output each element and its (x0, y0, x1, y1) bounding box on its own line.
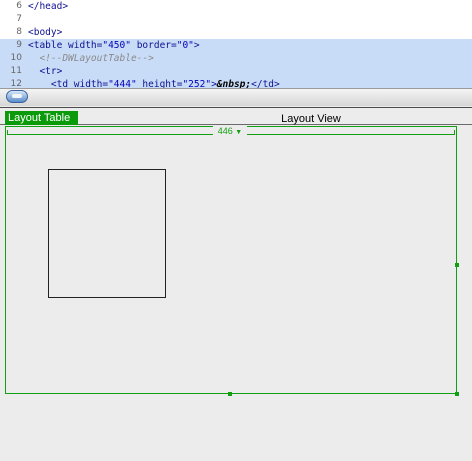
code-token: "0" (176, 40, 194, 51)
line-number: 7 (16, 14, 22, 24)
code-line[interactable]: 8 <body> (0, 26, 472, 39)
code-line[interactable]: 9 <table width="450" border="0"> (0, 39, 472, 52)
code-text: <td width="444" height="252">&nbsp;</td> (28, 78, 280, 88)
code-token: <!--DWLayoutTable--> (28, 53, 154, 64)
code-token: border= (130, 40, 177, 51)
code-text: <!--DWLayoutTable--> (28, 52, 154, 65)
layout-table-tab[interactable]: Layout Table (5, 111, 78, 125)
code-token: "444" (108, 79, 137, 88)
resize-handle-corner[interactable] (455, 392, 459, 396)
table-width-value: 446 (217, 126, 233, 136)
code-token: </td> (251, 79, 280, 88)
code-token: <tr> (28, 66, 63, 77)
code-text: </head> (28, 0, 68, 13)
resize-handle-right[interactable] (455, 263, 459, 267)
code-line[interactable]: 10 <!--DWLayoutTable--> (0, 52, 472, 65)
code-line[interactable]: 11 <tr> (0, 65, 472, 78)
code-text: <tr> (28, 65, 62, 78)
view-title: Layout View (281, 113, 341, 125)
refresh-design-view-button[interactable] (6, 90, 28, 103)
code-line[interactable]: 7 (0, 13, 472, 26)
table-width-menu[interactable]: 446 ▼ (213, 126, 247, 137)
code-text: <body> (28, 26, 62, 39)
code-token: &nbsp; (216, 79, 252, 88)
code-line[interactable]: 6 </head> (0, 0, 472, 13)
line-number: 9 (16, 40, 22, 50)
layout-cell[interactable] (48, 169, 166, 298)
code-token: height= (136, 79, 183, 88)
line-number: 8 (16, 27, 22, 37)
resize-handle-bottom[interactable] (228, 392, 232, 396)
code-token: </head> (28, 1, 69, 12)
line-number: 6 (16, 1, 22, 11)
chevron-down-icon: ▼ (235, 129, 243, 136)
code-view[interactable]: 6 </head> 7 8 <body> 9 <table width="450" bord… (0, 0, 472, 88)
code-token: "252" (182, 79, 212, 88)
code-token: <td width= (28, 79, 109, 88)
divider (0, 107, 472, 108)
code-line[interactable]: 12 <td width="444" height="252">&nbsp;</… (0, 78, 472, 88)
code-token: <table width= (28, 40, 103, 51)
line-number: 12 (10, 79, 22, 88)
line-number: 10 (10, 53, 22, 63)
code-text: <table width="450" border="0"> (28, 39, 200, 52)
view-splitter[interactable] (0, 88, 472, 106)
code-token: <body> (28, 27, 63, 38)
line-number: 11 (10, 66, 22, 76)
code-token: > (193, 40, 200, 51)
code-token: "450" (102, 40, 131, 51)
